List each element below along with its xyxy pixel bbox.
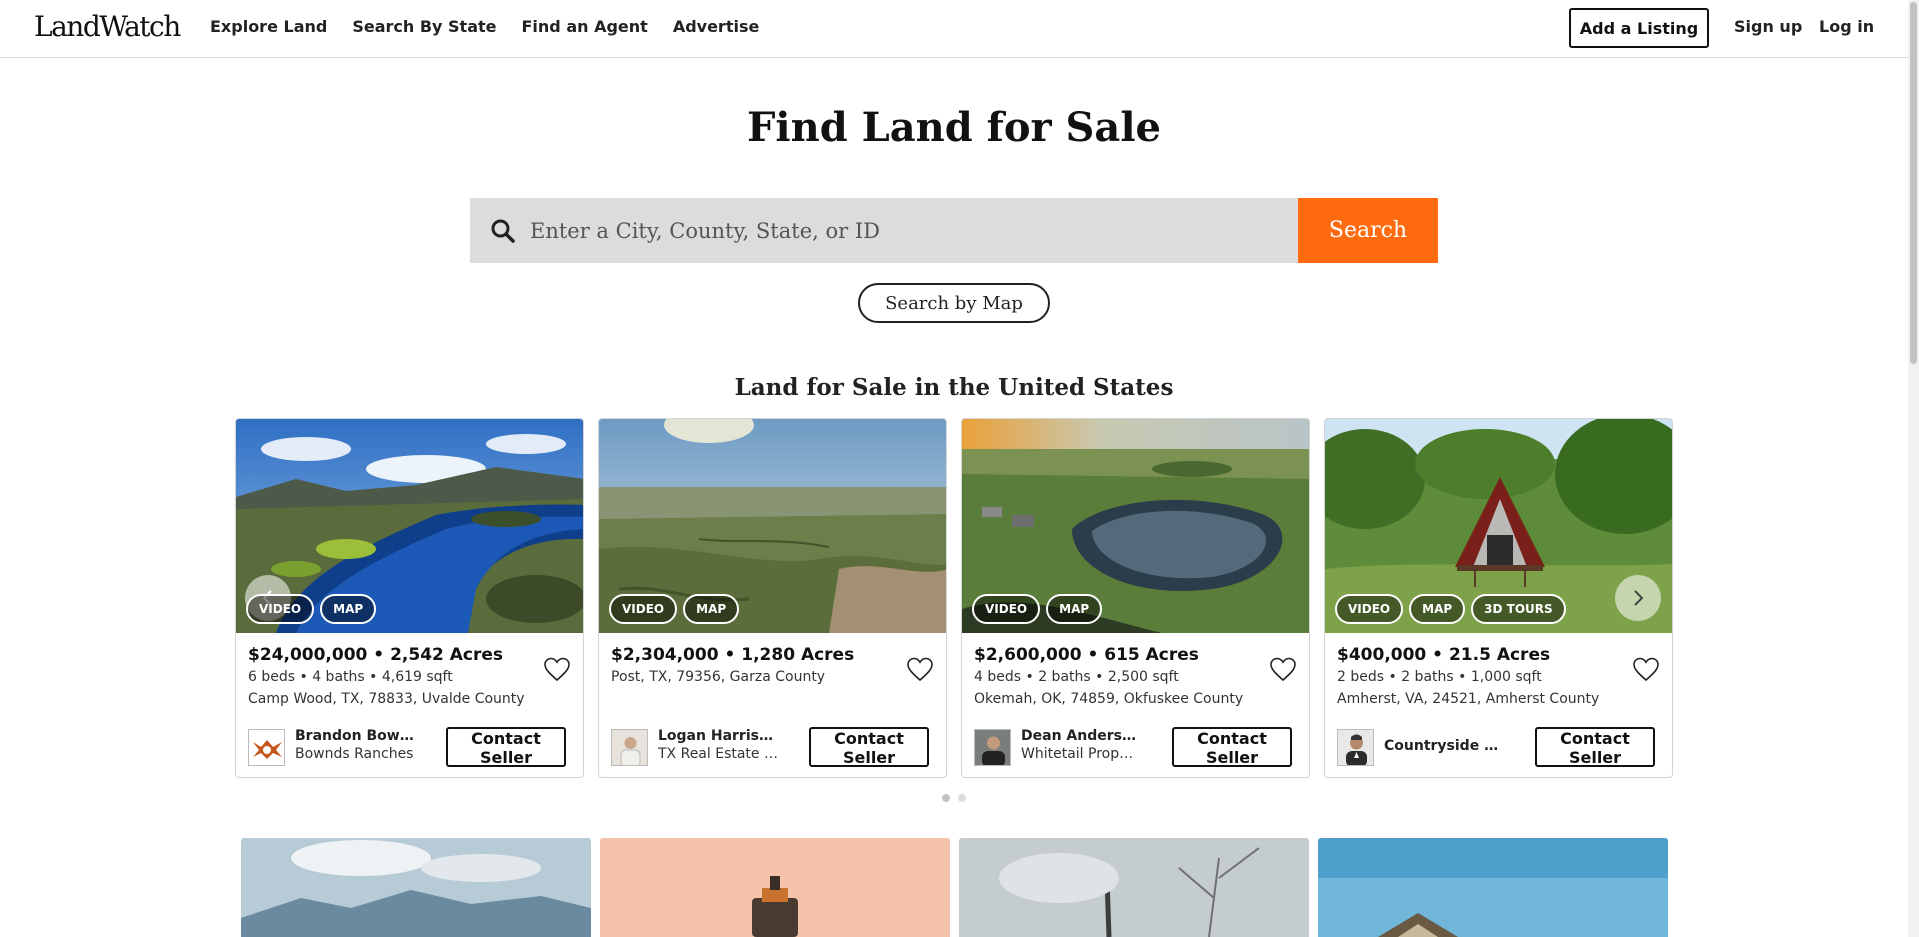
chevron-right-icon (1634, 590, 1644, 606)
nav-find-an-agent[interactable]: Find an Agent (522, 17, 648, 36)
contact-seller-button[interactable]: Contact Seller (1172, 727, 1292, 767)
agent-avatar[interactable] (1337, 729, 1374, 766)
agent-avatar[interactable] (248, 729, 285, 766)
trees-photo (959, 838, 1309, 937)
agent-company: TX Real Estate Gr... (658, 746, 778, 762)
listing-card[interactable]: VIDEO MAP $2,304,000 • 1,280 Acres Post,… (598, 418, 947, 778)
badge-video[interactable]: VIDEO (609, 594, 678, 624)
listing-location: Okemah, OK, 74859, Okfuskee County (974, 691, 1244, 707)
contact-seller-button[interactable]: Contact Seller (809, 727, 929, 767)
listing-location: Amherst, VA, 24521, Amherst County (1337, 691, 1600, 707)
media-badges: VIDEO MAP (609, 594, 740, 624)
feature-card-image[interactable] (241, 838, 591, 937)
agent-name[interactable]: Dean Anderson (1021, 728, 1141, 744)
agent-avatar[interactable] (974, 729, 1011, 766)
feature-card-image[interactable] (959, 838, 1309, 937)
site-header: LandWatch Explore Land Search By State F… (0, 0, 1908, 58)
listing-card[interactable]: VIDEO MAP 3D TOURS $400,000 • 21.5 Acres… (1324, 418, 1673, 778)
section-title: Land for Sale in the United States (734, 374, 1174, 401)
add-listing-button[interactable]: Add a Listing (1569, 8, 1709, 48)
page-scrollbar[interactable] (1908, 0, 1919, 937)
badge-video[interactable]: VIDEO (972, 594, 1041, 624)
sign-up-link[interactable]: Sign up (1734, 17, 1802, 36)
badge-map[interactable]: MAP (320, 594, 377, 624)
log-in-link[interactable]: Log in (1819, 17, 1874, 36)
feature-card-image[interactable] (600, 838, 950, 937)
agent-photo-icon (612, 730, 647, 765)
carousel-dot-1[interactable] (942, 794, 950, 802)
contact-seller-button[interactable]: Contact Seller (1535, 727, 1655, 767)
scrollbar-thumb[interactable] (1910, 2, 1917, 364)
badge-map[interactable]: MAP (1046, 594, 1103, 624)
badge-map[interactable]: MAP (683, 594, 740, 624)
agent-name[interactable]: Brandon Bownds (295, 728, 415, 744)
agent-photo-icon (1338, 730, 1373, 765)
nav-search-by-state[interactable]: Search By State (352, 17, 496, 36)
media-badges: VIDEO MAP 3D TOURS (1335, 594, 1566, 624)
media-badges: VIDEO MAP (972, 594, 1103, 624)
listing-card[interactable]: VIDEO MAP $2,600,000 • 615 Acres 4 beds … (961, 418, 1310, 778)
heart-icon[interactable] (906, 656, 934, 682)
listing-location: Camp Wood, TX, 78833, Uvalde County (248, 691, 525, 707)
heart-icon[interactable] (543, 656, 571, 682)
listing-card[interactable]: VIDEO MAP $24,000,000 • 2,542 Acres 6 be… (235, 418, 584, 778)
carousel-next-button[interactable] (1615, 575, 1661, 621)
ranch-logo-icon (249, 730, 284, 765)
listing-price: $400,000 • 21.5 Acres (1337, 645, 1551, 665)
search-input[interactable] (530, 198, 1230, 263)
carousel-pagination (942, 794, 966, 802)
nav-explore-land[interactable]: Explore Land (210, 17, 327, 36)
heart-icon[interactable] (1632, 656, 1660, 682)
main-nav: Explore Land Search By State Find an Age… (210, 17, 784, 36)
search-by-map-button[interactable]: Search by Map (858, 283, 1050, 323)
media-badges: VIDEO MAP (246, 594, 377, 624)
agent-name[interactable]: Countryside La... (1384, 738, 1504, 754)
listing-specs: 6 beds • 4 baths • 4,619 sqft (248, 669, 453, 685)
carousel-dot-2[interactable] (958, 794, 966, 802)
badge-video[interactable]: VIDEO (1335, 594, 1404, 624)
machine-photo (600, 838, 950, 937)
nav-advertise[interactable]: Advertise (673, 17, 760, 36)
agent-photo-icon (975, 730, 1010, 765)
agent-avatar[interactable] (611, 729, 648, 766)
listing-specs: 2 beds • 2 baths • 1,000 sqft (1337, 669, 1542, 685)
agent-company: Whitetail Properti... (1021, 746, 1141, 762)
mountain-photo (241, 838, 591, 937)
listing-price: $2,600,000 • 615 Acres (974, 645, 1199, 665)
logo[interactable]: LandWatch (34, 10, 181, 43)
page-title: Find Land for Sale (747, 104, 1161, 151)
heart-icon[interactable] (1269, 656, 1297, 682)
badge-3d-tours[interactable]: 3D TOURS (1471, 594, 1566, 624)
search-bar: Search (470, 198, 1438, 263)
search-icon (491, 219, 515, 243)
search-button[interactable]: Search (1298, 198, 1438, 263)
agent-name[interactable]: Logan Harrison (658, 728, 778, 744)
badge-video[interactable]: VIDEO (246, 594, 315, 624)
house-photo (1318, 838, 1668, 937)
search-field[interactable] (470, 198, 1298, 263)
agent-company: Bownds Ranches (295, 746, 414, 762)
contact-seller-button[interactable]: Contact Seller (446, 727, 566, 767)
listing-price: $24,000,000 • 2,542 Acres (248, 645, 504, 665)
listing-price: $2,304,000 • 1,280 Acres (611, 645, 855, 665)
feature-card-image[interactable] (1318, 838, 1668, 937)
listing-specs: 4 beds • 2 baths • 2,500 sqft (974, 669, 1179, 685)
listing-location: Post, TX, 79356, Garza County (611, 669, 826, 685)
badge-map[interactable]: MAP (1409, 594, 1466, 624)
